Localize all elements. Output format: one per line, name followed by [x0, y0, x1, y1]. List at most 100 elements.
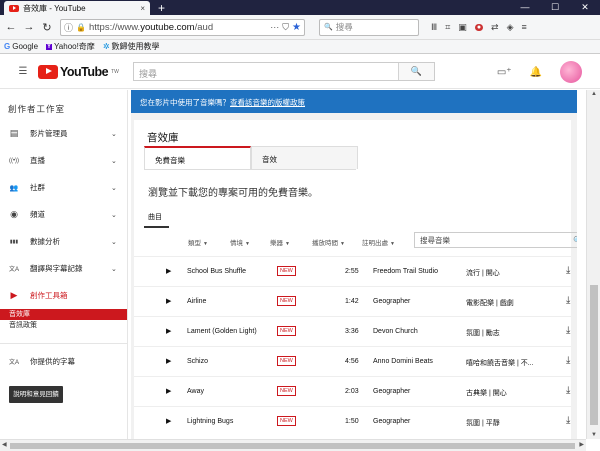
track-artist[interactable]: Geographer: [373, 388, 410, 395]
bookmark-google[interactable]: G Google: [4, 42, 38, 51]
track-artist[interactable]: Geographer: [373, 298, 410, 305]
scrollbar-thumb[interactable]: [10, 443, 575, 449]
download-icon[interactable]: ⤓: [566, 385, 570, 396]
sidebar-item-channel[interactable]: ◉ 頻道 ⌄: [0, 201, 127, 228]
track-artist[interactable]: Devon Church: [373, 328, 418, 335]
youtube-logo[interactable]: YouTube TW: [38, 64, 119, 79]
browser-tab[interactable]: 音效庫 - YouTube ×: [4, 1, 150, 15]
youtube-search-input[interactable]: 搜尋: [134, 63, 398, 80]
upload-video-icon[interactable]: ▭⁺: [497, 67, 512, 78]
sidebar-divider: [0, 343, 127, 344]
play-icon[interactable]: ▶: [166, 387, 171, 395]
scroll-left-icon[interactable]: ◀: [2, 441, 7, 448]
music-policy-link[interactable]: 查看該音樂的版權政策: [230, 98, 305, 107]
minimize-button[interactable]: —: [510, 0, 540, 15]
play-icon[interactable]: ▶: [166, 417, 171, 425]
new-badge: NEW: [277, 326, 296, 336]
scroll-right-icon[interactable]: ▶: [579, 441, 584, 448]
sidebar-item-live[interactable]: ((•)) 直播 ⌄: [0, 147, 127, 174]
scroll-up-icon[interactable]: ▲: [587, 91, 600, 97]
info-icon[interactable]: ⓘ: [64, 21, 73, 34]
table-row[interactable]: ▶ Lament (Golden Light) NEW 3:36 Devon C…: [134, 316, 571, 346]
close-tab-icon[interactable]: ×: [140, 4, 145, 13]
table-row[interactable]: ▶ Away NEW 2:03 Geographer 古典樂 | 開心 ⤓: [134, 376, 571, 406]
menu-icon[interactable]: ≡: [522, 22, 527, 32]
lock-icon[interactable]: 🔒: [76, 23, 86, 32]
play-icon[interactable]: ▶: [166, 357, 171, 365]
filter-attribution[interactable]: 註明出處 ▼: [362, 237, 395, 247]
track-artist[interactable]: Freedom Trail Studio: [373, 268, 438, 275]
browser-search-placeholder: 搜尋: [335, 22, 353, 32]
filter-duration[interactable]: 播放時間 ▼: [312, 237, 345, 247]
url-bar[interactable]: ⓘ 🔒 https://www.youtube.com/aud ··· ⛉ ★: [60, 18, 305, 36]
download-icon[interactable]: ⤓: [566, 325, 570, 336]
sidebar-item-analytics[interactable]: ▮▮▮ 數據分析 ⌄: [0, 228, 127, 255]
translate-icon[interactable]: ⇄: [491, 22, 499, 33]
forward-arrow-icon[interactable]: →: [22, 21, 36, 33]
close-window-button[interactable]: ✕: [570, 0, 600, 15]
sidebar-item-video-manager[interactable]: ▤ 影片管理員 ⌄: [0, 120, 127, 147]
music-search-input[interactable]: 搜尋音樂 🔍: [414, 232, 577, 248]
reload-icon[interactable]: ↻: [40, 21, 54, 34]
filter-bar: 類型▼ 情境▼ 樂器▼ 播放時間▼ 註明出處▼ 搜尋音樂 🔍: [134, 232, 577, 252]
vertical-scrollbar[interactable]: ▲ ▼: [586, 90, 600, 439]
table-row[interactable]: ▶ Lightning Bugs NEW 1:50 Geographer 氛圍 …: [134, 406, 571, 436]
tab-sound-effects[interactable]: 音效: [251, 146, 358, 169]
table-row[interactable]: ▶ School Bus Shuffle NEW 2:55 Freedom Tr…: [134, 256, 571, 286]
horizontal-scrollbar[interactable]: ◀ ▶: [0, 439, 586, 451]
url-text[interactable]: https://www.youtube.com/aud: [89, 22, 267, 33]
extension-icon[interactable]: ▣: [458, 22, 467, 33]
tab-tracks[interactable]: 曲目: [148, 210, 571, 222]
youtube-search-bar[interactable]: 搜尋 🔍: [133, 62, 435, 81]
play-icon[interactable]: ▶: [166, 267, 171, 275]
filter-mood[interactable]: 情境 ▼: [230, 237, 250, 247]
play-icon[interactable]: ▶: [166, 327, 171, 335]
back-arrow-icon[interactable]: ←: [4, 21, 18, 33]
create-tools-icon: ▶: [10, 290, 18, 300]
download-icon[interactable]: ⤓: [566, 355, 570, 366]
browser-search-field[interactable]: 🔍 搜尋: [319, 18, 419, 36]
avatar[interactable]: [560, 61, 582, 83]
maximize-button[interactable]: ☐: [540, 0, 570, 15]
download-icon[interactable]: ⤓: [566, 415, 570, 426]
pocket-icon[interactable]: ⛉: [282, 22, 289, 33]
bookmark-tutorial[interactable]: ✲ 數歸使用教學: [103, 41, 160, 52]
sidebar-item-community[interactable]: 👥 社群 ⌄: [0, 174, 127, 201]
adblock-icon[interactable]: ●: [474, 23, 484, 31]
bookmark-yahoo[interactable]: Y Yahoo!奇摩: [46, 41, 95, 52]
tab-free-music[interactable]: 免費音樂: [144, 146, 251, 169]
bookmark-star-icon[interactable]: ★: [292, 22, 301, 33]
screenshot-icon[interactable]: ⌗: [445, 22, 450, 33]
music-policy-notice: 您在影片中使用了音樂嗎？查看該音樂的版權政策: [131, 90, 577, 113]
sidebar-item-your-subtitles[interactable]: 文A 你提供的字幕: [0, 348, 127, 375]
sidebar-item-translations[interactable]: 文A 翻譯與字幕記錄 ⌄: [0, 255, 127, 282]
sidebar-subitem-music-policies[interactable]: 音訊政策: [0, 320, 127, 331]
video-manager-icon: ▤: [9, 128, 19, 138]
extension-icon-2[interactable]: ◈: [507, 22, 514, 33]
table-row[interactable]: ▶ Schizo NEW 4:56 Anno Domini Beats 嘻哈和饒…: [134, 346, 571, 376]
download-icon[interactable]: ⤓: [566, 295, 570, 306]
browser-toolbar: Ⅲ ⌗ ▣ ● ⇄ ◈ ≡: [431, 22, 527, 33]
scroll-down-icon[interactable]: ▼: [587, 432, 600, 438]
notifications-bell-icon[interactable]: 🔔: [530, 67, 542, 78]
hamburger-menu-icon[interactable]: ☰: [8, 66, 38, 77]
play-icon[interactable]: ▶: [166, 297, 171, 305]
help-feedback-button[interactable]: 說明和意見回饋: [9, 386, 63, 403]
page-actions-icon[interactable]: ···: [270, 22, 279, 32]
track-duration: 1:50: [345, 418, 359, 425]
table-row[interactable]: ▶ Airline NEW 1:42 Geographer 電影配樂 | 戲劇 …: [134, 286, 571, 316]
sidebar-subitem-audio-library[interactable]: 音效庫: [0, 309, 127, 320]
search-button-icon[interactable]: 🔍: [398, 63, 434, 80]
scrollbar-thumb[interactable]: [590, 285, 598, 425]
new-tab-button[interactable]: +: [158, 1, 165, 15]
sidebar-item-create[interactable]: ▶ 創作工具箱: [0, 282, 127, 309]
search-icon[interactable]: 🔍: [573, 236, 577, 245]
download-icon[interactable]: ⤓: [566, 265, 570, 276]
track-duration: 2:03: [345, 388, 359, 395]
track-artist[interactable]: Geographer: [373, 418, 410, 425]
caret-down-icon: ▼: [203, 241, 208, 247]
library-icon[interactable]: Ⅲ: [431, 22, 437, 33]
track-artist[interactable]: Anno Domini Beats: [373, 358, 433, 365]
filter-instrument[interactable]: 樂器 ▼: [270, 237, 290, 247]
filter-genre[interactable]: 類型 ▼: [188, 237, 208, 247]
